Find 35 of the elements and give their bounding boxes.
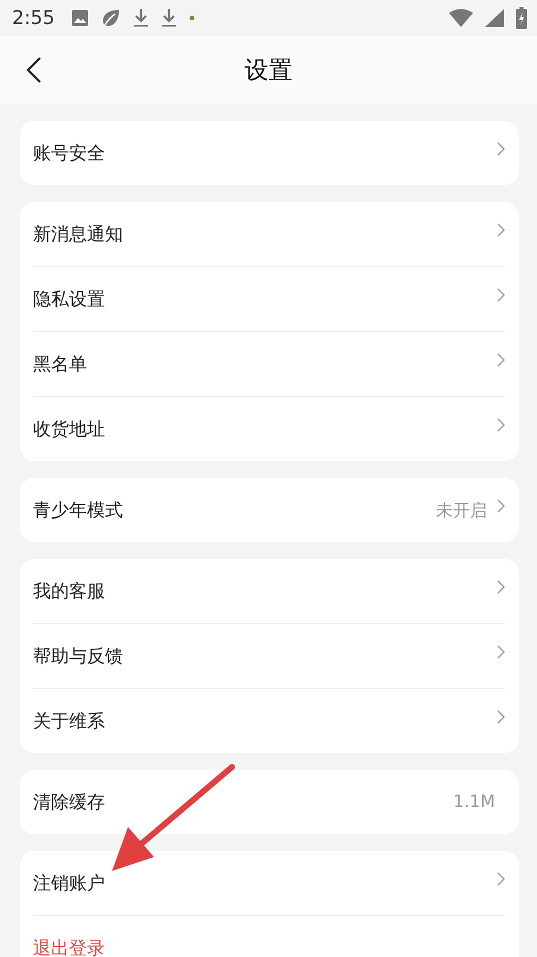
chevron-icon[interactable] [497,580,505,594]
setting-label[interactable]: 关于维系 [33,709,105,733]
download-icon [132,8,149,28]
setting-label[interactable]: 新消息通知 [33,222,123,246]
chevron-icon[interactable] [497,288,505,302]
chevron-icon[interactable] [497,142,505,156]
chevron-icon[interactable] [497,645,505,659]
logout-link[interactable]: 退出登录 [33,936,105,957]
setting-label[interactable]: 青少年模式 [33,498,123,522]
download-icon [160,8,177,28]
status-time: 2:55 [12,7,55,29]
setting-label[interactable]: 黑名单 [33,352,87,376]
setting-value: 1.1M [453,792,495,812]
setting-label[interactable]: 帮助与反馈 [33,644,123,668]
chevron-icon[interactable] [497,418,505,432]
image-icon [70,9,89,27]
signal-icon [485,9,504,27]
leaf-icon [100,8,121,28]
setting-label[interactable]: 账号安全 [33,141,105,165]
battery-icon [516,7,527,29]
back-icon[interactable] [26,56,42,84]
dot-icon [188,15,195,21]
wifi-icon [449,9,473,27]
setting-label[interactable]: 注销账户 [33,871,105,895]
setting-label[interactable]: 收货地址 [33,417,105,441]
chevron-icon[interactable] [497,353,505,367]
chevron-icon[interactable] [497,872,505,886]
page-title: 设置 [244,55,292,86]
setting-value: 未开启 [436,500,487,522]
setting-label[interactable]: 清除缓存 [33,790,105,814]
setting-label[interactable]: 我的客服 [33,579,105,603]
setting-label[interactable]: 隐私设置 [33,287,105,311]
chevron-icon[interactable] [497,710,505,724]
chevron-icon[interactable] [497,223,505,237]
chevron-icon[interactable] [497,499,505,513]
